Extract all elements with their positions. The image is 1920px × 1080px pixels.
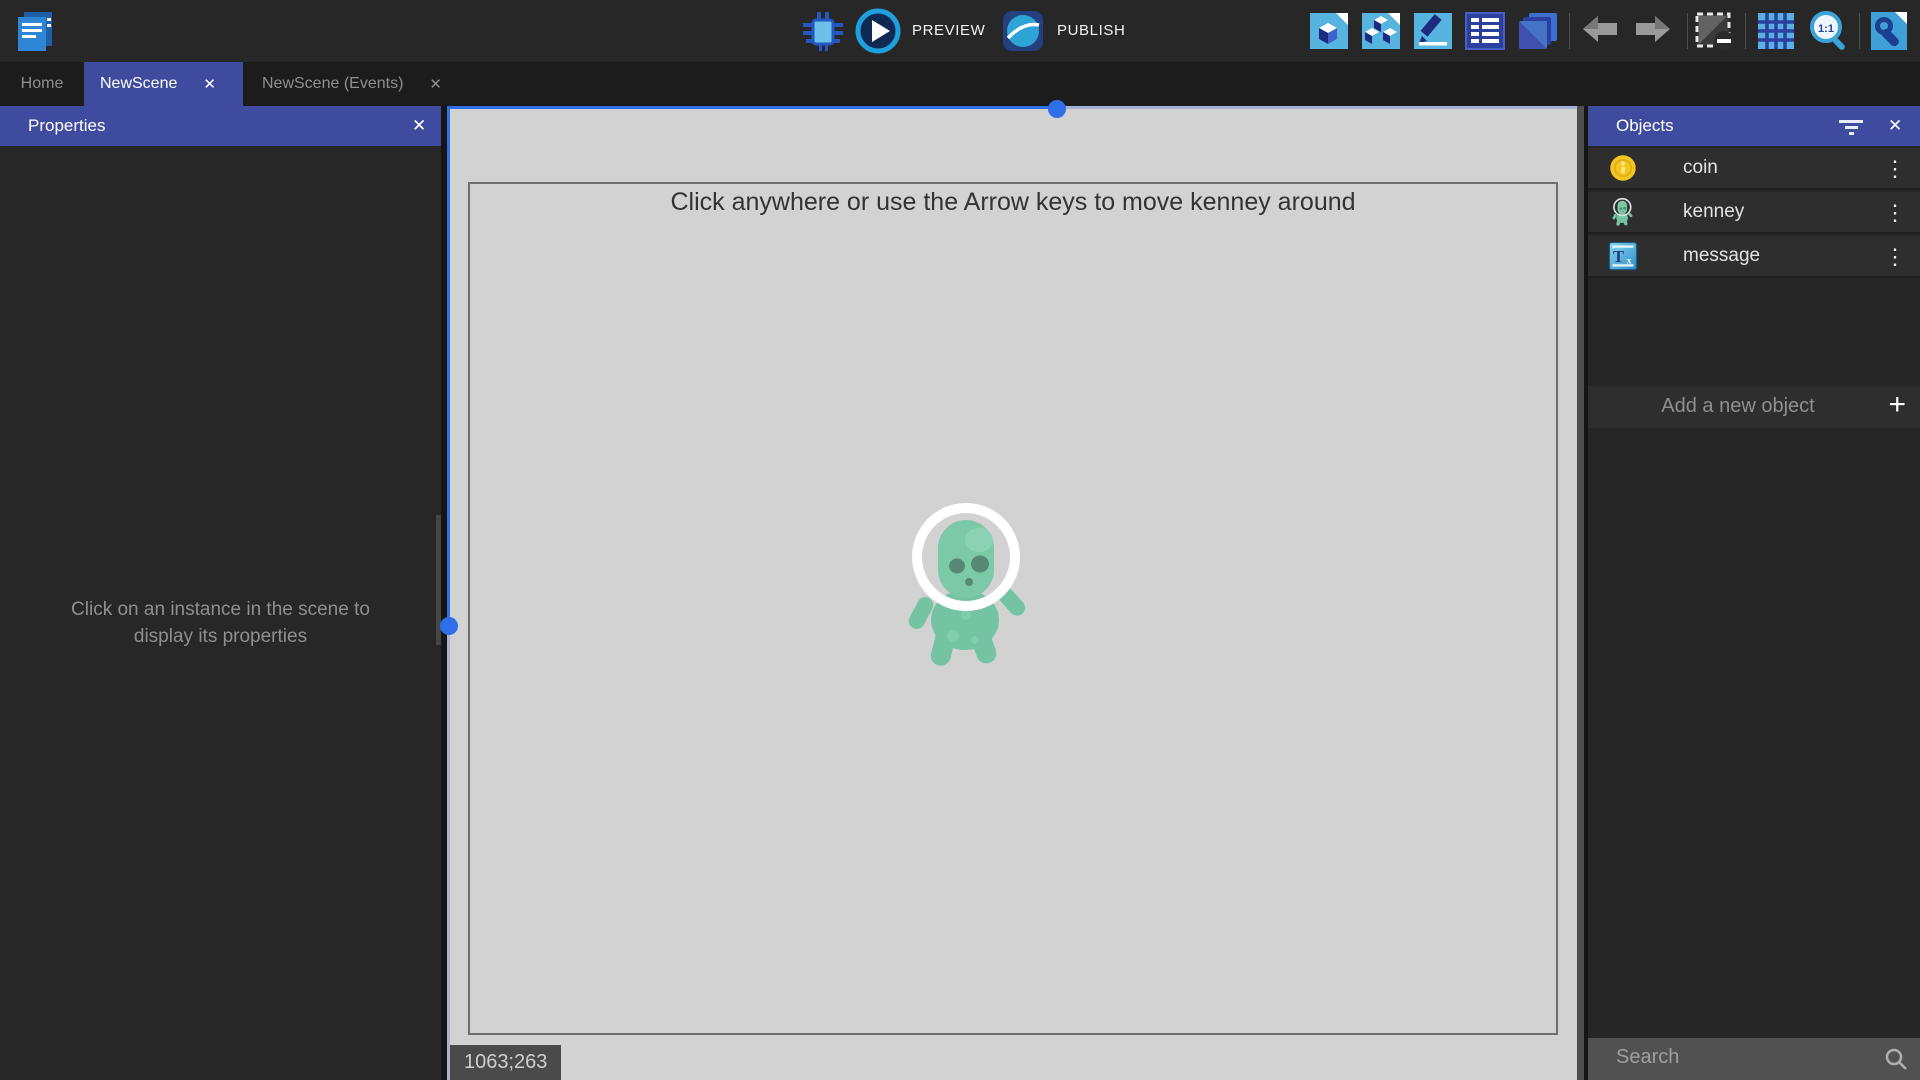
mask-selection-icon[interactable] [1691, 8, 1737, 54]
tab-home[interactable]: Home [0, 62, 84, 106]
object-menu-icon[interactable]: ⋮ [1884, 200, 1906, 226]
object-row-message[interactable]: T x message ⋮ [1588, 236, 1920, 278]
object-label: kenney [1683, 201, 1744, 223]
properties-placeholder-text: Click on an instance in the scene to dis… [40, 596, 401, 650]
object-label: coin [1683, 157, 1718, 179]
object-row-kenney[interactable]: kenney ⋮ [1588, 192, 1920, 234]
properties-title: Properties [28, 116, 105, 136]
close-tab-icon[interactable]: ✕ [203, 75, 216, 93]
publish-globe-icon[interactable] [1000, 8, 1046, 54]
tab-newscene-events[interactable]: NewScene (Events) ✕ [246, 62, 492, 106]
publish-button[interactable]: PUBLISH [1057, 0, 1125, 62]
selection-border-top-dim [1057, 106, 1577, 109]
tab-bar: Home NewScene ✕ NewScene (Events) ✕ [0, 62, 1920, 106]
object-row-coin[interactable]: coin ⋮ [1588, 148, 1920, 190]
objects-search-bar [1588, 1038, 1920, 1080]
layers-icon[interactable] [1515, 8, 1561, 54]
object-label: message [1683, 245, 1760, 267]
toolbar-divider [1745, 13, 1746, 49]
svg-text:T: T [1613, 247, 1624, 266]
toolbar-divider [1569, 13, 1570, 49]
selection-border-left-dim [447, 622, 450, 1080]
objects-header: Objects ✕ [1588, 106, 1920, 146]
tab-newscene[interactable]: NewScene ✕ [84, 62, 243, 106]
selection-border-top [447, 106, 1057, 109]
kenney-character[interactable] [905, 498, 1035, 673]
selection-handle-top[interactable] [1048, 100, 1066, 118]
edit-scene-pencil-icon[interactable] [1410, 8, 1456, 54]
kenney-icon [1608, 197, 1638, 227]
objects-editor-icon[interactable] [1306, 8, 1352, 54]
preview-play-icon[interactable] [855, 8, 901, 54]
project-manager-icon[interactable] [14, 8, 56, 54]
scene-instruction-text: Click anywhere or use the Arrow keys to … [468, 188, 1558, 217]
toolbar-divider [1687, 13, 1688, 49]
zoom-1-1-icon[interactable]: 1:1 [1805, 8, 1851, 54]
grid-icon[interactable] [1753, 8, 1799, 54]
text-object-icon: T x [1608, 241, 1638, 271]
debug-icon[interactable] [800, 8, 846, 54]
scene-properties-icon[interactable] [1462, 8, 1508, 54]
properties-header: Properties ✕ [0, 106, 441, 146]
search-icon [1884, 1047, 1908, 1071]
filter-icon[interactable] [1838, 117, 1864, 135]
undo-icon[interactable] [1577, 8, 1623, 54]
redo-icon[interactable] [1630, 8, 1676, 54]
project-settings-wrench-icon[interactable] [1866, 8, 1912, 54]
object-menu-icon[interactable]: ⋮ [1884, 156, 1906, 182]
object-menu-icon[interactable]: ⋮ [1884, 244, 1906, 270]
toolbar-divider [1859, 13, 1860, 49]
top-toolbar: PREVIEW PUBLISH [0, 0, 1920, 62]
svg-text:1:1: 1:1 [1818, 23, 1834, 35]
selection-handle-left[interactable] [440, 617, 458, 635]
svg-text:x: x [1627, 256, 1632, 267]
add-object-row[interactable]: Add a new object + [1588, 386, 1920, 428]
canvas-vertical-scrollbar[interactable] [1577, 106, 1584, 1080]
close-tab-icon[interactable]: ✕ [429, 75, 442, 93]
scene-editor-canvas[interactable]: Click anywhere or use the Arrow keys to … [447, 106, 1584, 1080]
plus-icon[interactable]: + [1888, 388, 1906, 422]
search-input[interactable] [1616, 1046, 1856, 1069]
objects-title: Objects [1616, 116, 1674, 136]
add-object-label: Add a new object [1588, 395, 1888, 418]
objects-panel: Objects ✕ coin ⋮ kenney ⋮ [1588, 106, 1920, 1080]
selection-border-left [447, 106, 450, 622]
close-objects-icon[interactable]: ✕ [1888, 116, 1902, 136]
cursor-coordinates-badge: 1063;263 [450, 1045, 561, 1080]
properties-panel: Properties ✕ Click on an instance in the… [0, 106, 441, 1080]
coin-icon [1608, 153, 1638, 183]
preview-button[interactable]: PREVIEW [912, 0, 985, 62]
close-properties-icon[interactable]: ✕ [412, 116, 426, 136]
instances-list-icon[interactable] [1358, 8, 1404, 54]
